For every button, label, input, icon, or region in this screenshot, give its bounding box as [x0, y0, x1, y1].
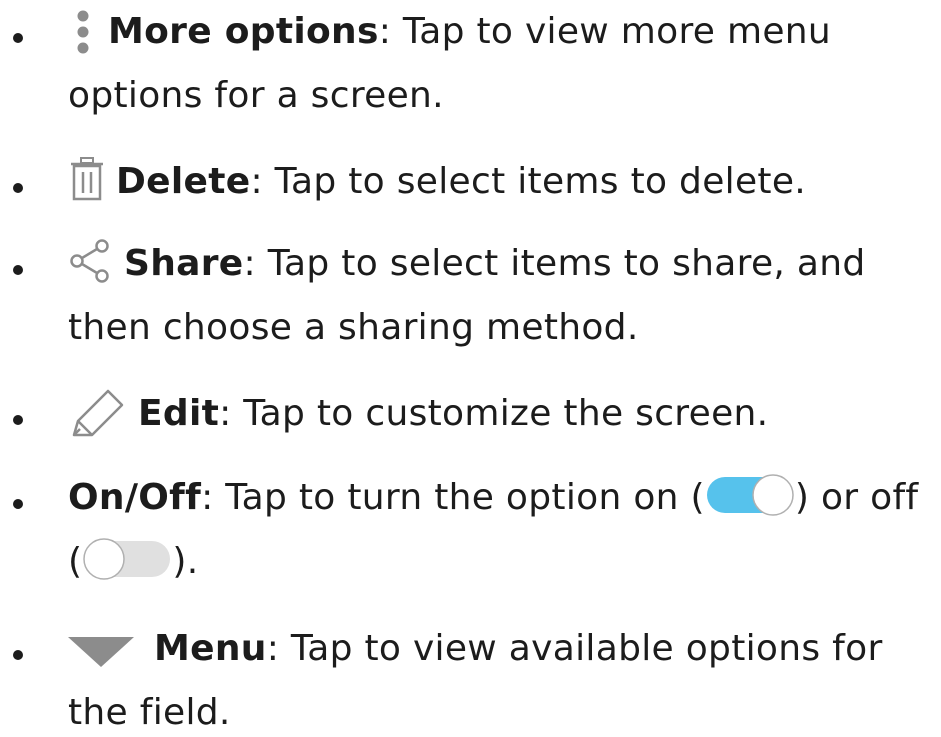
- term-label: More options: [108, 11, 379, 52]
- bullet: [13, 415, 23, 425]
- list-item-menu: Menu: Tap to view available options for …: [13, 617, 928, 737]
- toggle-on-icon: [705, 473, 795, 517]
- term-label: Menu: [154, 628, 267, 669]
- menu-icon: [68, 626, 134, 667]
- bullet: [13, 183, 23, 193]
- bullet: [13, 499, 23, 509]
- list-item-delete: Delete: Tap to select items to delete.: [13, 150, 928, 214]
- more-options-icon: [72, 8, 94, 58]
- toggle-off-icon: [82, 537, 172, 581]
- list-item-edit: Edit: Tap to customize the screen.: [13, 382, 928, 446]
- bullet: [13, 650, 23, 660]
- term-label: Share: [124, 243, 244, 284]
- term-label: Delete: [116, 161, 251, 202]
- bullet: [13, 33, 23, 43]
- description-text: ).: [172, 541, 199, 582]
- description-text: : Tap to select items to delete.: [250, 161, 807, 202]
- description-text: : Tap to customize the screen.: [219, 393, 769, 434]
- description-text: : Tap to turn the option on (: [201, 477, 705, 518]
- edit-icon: [68, 387, 126, 439]
- list-item-share: Share: Tap to select items to share, and…: [13, 232, 928, 360]
- list-item-more-options: More options: Tap to view more menu opti…: [13, 0, 928, 128]
- list-item-on-off: On/Off: Tap to turn the option on ( ) or…: [13, 466, 928, 594]
- delete-icon: [68, 157, 106, 201]
- term-label: On/Off: [68, 477, 202, 518]
- bullet: [13, 265, 23, 275]
- help-list: More options: Tap to view more menu opti…: [0, 0, 941, 737]
- share-icon: [68, 239, 116, 283]
- term-label: Edit: [138, 393, 220, 434]
